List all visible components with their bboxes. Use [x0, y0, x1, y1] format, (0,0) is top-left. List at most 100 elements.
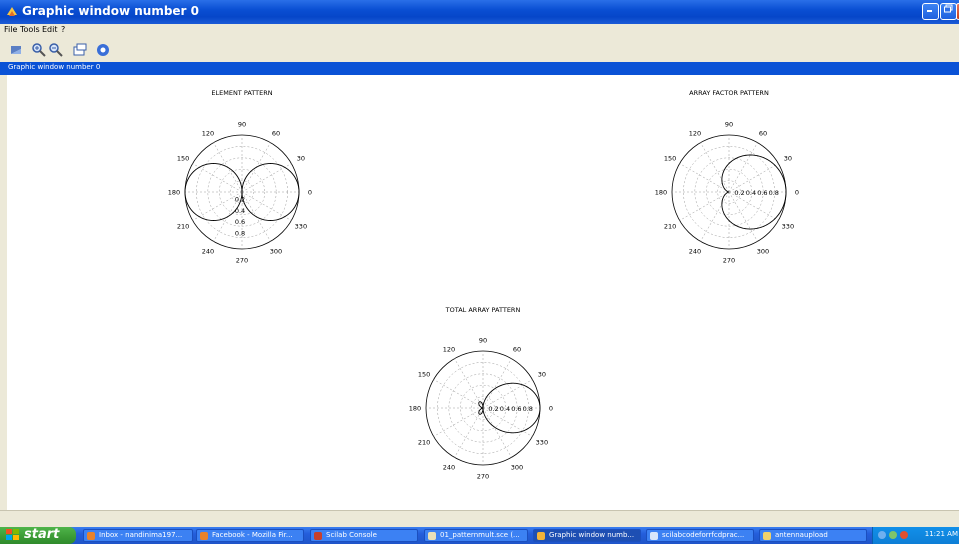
minimize-icon	[927, 10, 932, 12]
angle-label: 30	[784, 155, 792, 163]
grid-spoke	[241, 163, 292, 193]
taskbar-item-label: Graphic window numb...	[549, 531, 635, 539]
system-tray: 11:21 AM	[872, 527, 959, 544]
plot-title: ELEMENT PATTERN	[211, 89, 272, 97]
angle-label: 0	[549, 405, 553, 413]
taskbar: start Inbox - nandinima197... Facebook -…	[0, 527, 959, 544]
angle-label: 120	[689, 130, 701, 138]
menu-file[interactable]: File	[4, 25, 17, 34]
taskbar-item-label: Inbox - nandinima197...	[99, 531, 183, 539]
rotate-icon[interactable]	[8, 42, 24, 58]
taskbar-item-label: 01_patternmult.sce (...	[440, 531, 520, 539]
taskbar-item-label: Scilab Console	[326, 531, 377, 539]
angle-label: 210	[177, 223, 189, 231]
angle-label: 300	[511, 463, 523, 471]
grid-spoke	[433, 379, 484, 409]
grid-spoke	[728, 163, 779, 193]
angle-label: 150	[418, 371, 430, 379]
angle-label: 180	[409, 405, 421, 413]
menu-tools[interactable]: Tools	[20, 25, 40, 34]
taskbar-item-graphic-window[interactable]: Graphic window numb...	[533, 529, 641, 542]
angle-label: 90	[725, 121, 733, 129]
angle-label: 30	[538, 371, 546, 379]
grid-spoke	[433, 407, 484, 437]
maximize-button[interactable]	[940, 3, 957, 20]
taskbar-item-label: Facebook - Mozilla Fir...	[212, 531, 293, 539]
taskbar-item-antennaupload[interactable]: antennaupload	[759, 529, 867, 542]
grid-spoke	[700, 142, 730, 193]
menu-edit[interactable]: Edit	[42, 25, 58, 34]
angle-label: 120	[443, 346, 455, 354]
radial-label: 0.2	[488, 405, 498, 413]
taskbar-item-scilabcode[interactable]: scilabcodeforrfcdprac...	[646, 529, 754, 542]
angle-label: 120	[202, 130, 214, 138]
document-icon	[650, 532, 658, 540]
taskbar-item-scilab-console[interactable]: Scilab Console	[310, 529, 418, 542]
angle-label: 90	[479, 337, 487, 345]
plot-title: TOTAL ARRAY PATTERN	[445, 306, 521, 314]
taskbar-item-label: scilabcodeforrfcdprac...	[662, 531, 745, 539]
menu-bar: File Tools Edit ?	[0, 24, 959, 38]
grid-spoke	[728, 191, 758, 242]
firefox-icon	[200, 532, 208, 540]
scilab-icon	[537, 532, 545, 540]
toolbar	[0, 38, 959, 63]
taskbar-item-patternmult[interactable]: 01_patternmult.sce (...	[424, 529, 528, 542]
angle-label: 0	[795, 189, 799, 197]
zoom-out-icon[interactable]	[48, 42, 64, 58]
radial-label: 0.8	[769, 189, 779, 197]
radial-label: 0.2	[235, 195, 245, 203]
folder-icon	[763, 532, 771, 540]
security-icon[interactable]	[900, 531, 908, 539]
taskbar-item-label: antennaupload	[775, 531, 828, 539]
grid-spoke	[728, 142, 758, 193]
angle-label: 0	[308, 189, 312, 197]
minimize-button[interactable]	[922, 3, 939, 20]
grid-spoke	[454, 358, 484, 409]
radial-label: 0.2	[734, 189, 744, 197]
radial-label: 0.4	[235, 207, 245, 215]
angle-label: 240	[202, 247, 214, 255]
radial-label: 0.6	[757, 189, 767, 197]
text-file-icon	[428, 532, 436, 540]
plot-title: ARRAY FACTOR PATTERN	[689, 89, 769, 97]
taskbar-item-inbox[interactable]: Inbox - nandinima197...	[83, 529, 193, 542]
grid-spoke	[192, 163, 243, 193]
start-label: start	[24, 527, 60, 542]
angle-label: 180	[655, 189, 667, 197]
angle-label: 150	[664, 155, 676, 163]
menu-help[interactable]: ?	[61, 25, 65, 34]
info-bar-text: Graphic window number 0	[8, 63, 101, 71]
angle-label: 240	[443, 463, 455, 471]
grid-spoke	[454, 407, 484, 458]
plot-canvas[interactable]: ELEMENT PATTERN 0 30 60 90 120 150 180 210 240 270…	[7, 75, 959, 510]
info-bar: Graphic window number 0	[0, 62, 959, 75]
radial-label: 0.4	[746, 189, 756, 197]
restore-icon	[944, 4, 953, 13]
angle-label: 180	[168, 189, 180, 197]
taskbar-item-facebook[interactable]: Facebook - Mozilla Fir...	[196, 529, 304, 542]
tray-app-icon[interactable]	[889, 531, 897, 539]
angle-label: 330	[295, 223, 307, 231]
angle-label: 240	[689, 247, 701, 255]
window-title: Graphic window number 0	[22, 4, 200, 18]
title-bar[interactable]: Graphic window number 0	[0, 0, 959, 24]
angle-label: 300	[270, 247, 282, 255]
zoom-in-icon[interactable]	[31, 42, 47, 58]
help-icon[interactable]	[95, 42, 111, 58]
status-bar	[0, 510, 959, 528]
angle-label: 60	[513, 346, 521, 354]
radial-label: 0.6	[511, 405, 521, 413]
clock: 11:21 AM	[924, 530, 958, 538]
window-icon[interactable]	[72, 42, 88, 58]
angle-label: 210	[418, 439, 430, 447]
network-icon[interactable]	[878, 531, 886, 539]
radial-label: 0.6	[235, 218, 245, 226]
angle-label: 270	[723, 257, 735, 265]
start-button[interactable]: start	[0, 527, 76, 544]
angle-label: 90	[238, 121, 246, 129]
plot-svg: ELEMENT PATTERN 0 30 60 90 120 150 180 210 240 270…	[168, 89, 799, 481]
angle-label: 270	[477, 473, 489, 481]
angle-label: 60	[759, 130, 767, 138]
angle-label: 60	[272, 130, 280, 138]
